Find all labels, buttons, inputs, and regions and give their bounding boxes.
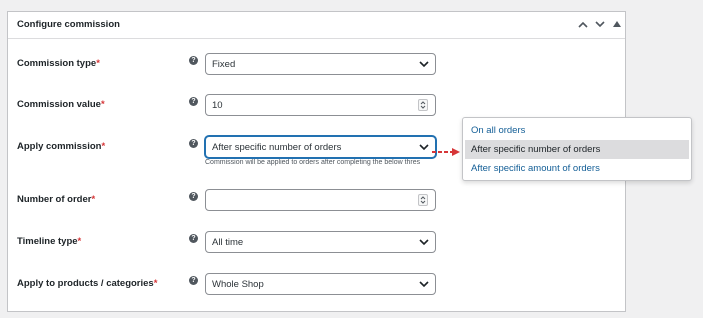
pointer-arrow-icon xyxy=(432,148,460,156)
apply-commission-label: Apply commission* xyxy=(17,141,106,152)
chevron-down-icon xyxy=(419,61,429,68)
timeline-type-value: All time xyxy=(212,237,244,248)
chevron-up-icon[interactable] xyxy=(577,18,589,30)
commission-value-label: Commission value* xyxy=(17,99,105,110)
help-icon[interactable]: ? xyxy=(189,192,198,201)
commission-type-label: Commission type* xyxy=(17,58,100,69)
apply-to-products-value: Whole Shop xyxy=(212,279,264,290)
number-of-order-input[interactable] xyxy=(205,189,436,211)
commission-value-value: 10 xyxy=(212,100,223,111)
number-of-order-label: Number of order* xyxy=(17,194,96,205)
dropdown-option-after-number-of-orders[interactable]: After specific number of orders xyxy=(465,140,689,159)
chevron-down-icon[interactable] xyxy=(594,18,606,30)
commission-value-input[interactable]: 10 xyxy=(205,94,436,116)
row-commission-type: Commission type* ? Fixed xyxy=(8,53,625,75)
row-commission-value: Commission value* ? 10 xyxy=(8,94,625,116)
dropdown-option-after-amount-of-orders[interactable]: After specific amount of orders xyxy=(465,159,689,178)
apply-commission-value: After specific number of orders xyxy=(212,142,342,153)
chevron-down-icon xyxy=(419,144,429,151)
help-icon[interactable]: ? xyxy=(189,97,198,106)
help-icon[interactable]: ? xyxy=(189,234,198,243)
dropdown-option-on-all-orders[interactable]: On all orders xyxy=(465,121,689,140)
commission-type-select[interactable]: Fixed xyxy=(205,53,436,75)
panel-header: Configure commission xyxy=(8,12,625,39)
triangle-up-icon[interactable] xyxy=(611,18,623,30)
apply-commission-select[interactable]: After specific number of orders xyxy=(205,136,436,158)
number-spinner-icon[interactable] xyxy=(418,99,428,111)
row-apply-to-products: Apply to products / categories* ? Whole … xyxy=(8,273,625,295)
chevron-down-icon xyxy=(419,281,429,288)
help-icon[interactable]: ? xyxy=(189,139,198,148)
help-icon[interactable]: ? xyxy=(189,276,198,285)
apply-commission-dropdown: On all orders After specific number of o… xyxy=(462,117,692,181)
timeline-type-label: Timeline type* xyxy=(17,236,82,247)
chevron-down-icon xyxy=(419,239,429,246)
number-spinner-icon[interactable] xyxy=(418,194,428,206)
apply-to-products-select[interactable]: Whole Shop xyxy=(205,273,436,295)
help-icon[interactable]: ? xyxy=(189,56,198,65)
row-timeline-type: Timeline type* ? All time xyxy=(8,231,625,253)
timeline-type-select[interactable]: All time xyxy=(205,231,436,253)
row-number-of-order: Number of order* ? xyxy=(8,189,625,211)
commission-type-value: Fixed xyxy=(212,59,236,70)
apply-commission-description: Commission will be applied to orders aft… xyxy=(205,159,421,166)
apply-to-products-label: Apply to products / categories* xyxy=(17,278,158,289)
panel-title: Configure commission xyxy=(17,19,120,30)
